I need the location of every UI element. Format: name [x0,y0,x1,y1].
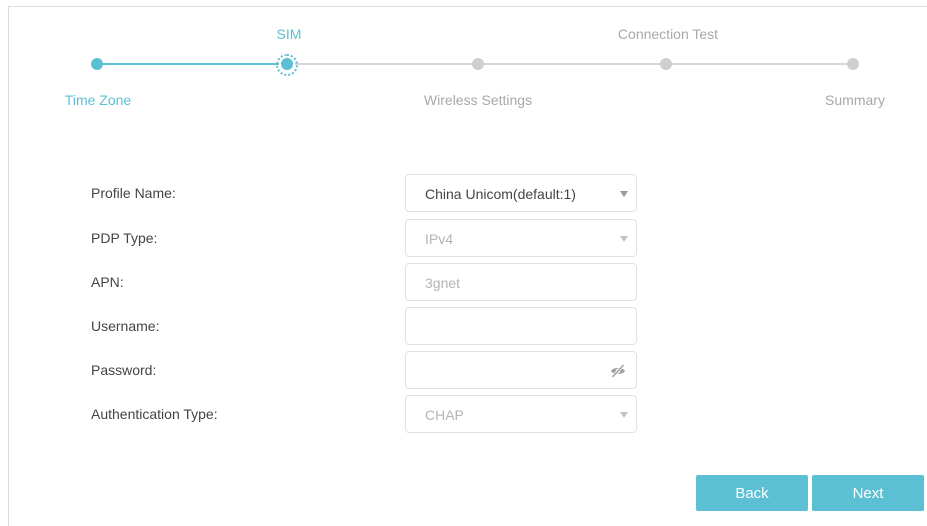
authentication-type-value: CHAP [425,407,464,423]
step-dot-time-zone [91,58,103,70]
username-row: Username: [0,307,927,347]
step-dot-connection-test [660,58,672,70]
pdp-type-row: PDP Type: IPv4 [0,219,927,259]
step-dot-sim [281,58,293,70]
pdp-type-label: PDP Type: [91,230,158,246]
step-label-time-zone: Time Zone [64,92,132,108]
password-input[interactable] [405,351,637,389]
apn-value: 3gnet [425,275,461,291]
profile-name-select[interactable]: China Unicom(default:1) [405,174,637,212]
password-label: Password: [91,362,157,378]
profile-name-value: China Unicom(default:1) [425,186,576,202]
progress-track-completed [97,63,287,65]
step-dot-summary [847,58,859,70]
pdp-type-select[interactable]: IPv4 [405,219,637,257]
authentication-type-label: Authentication Type: [91,406,218,422]
apn-input[interactable]: 3gnet [405,263,637,301]
caret-down-icon [620,191,628,197]
caret-down-icon [620,412,628,418]
eye-off-icon[interactable] [609,362,627,380]
step-label-connection-test: Connection Test [617,26,719,42]
profile-name-label: Profile Name: [91,185,176,201]
step-label-wireless-settings: Wireless Settings [423,92,533,108]
authentication-type-select[interactable]: CHAP [405,395,637,433]
profile-name-row: Profile Name: China Unicom(default:1) [0,174,927,214]
apn-row: APN: 3gnet [0,263,927,303]
authentication-type-row: Authentication Type: CHAP [0,395,927,435]
progress-track-remaining [287,63,853,65]
password-row: Password: [0,351,927,391]
step-label-sim: SIM [276,26,302,42]
next-button[interactable]: Next [812,475,924,511]
username-label: Username: [91,318,160,334]
caret-down-icon [620,236,628,242]
pdp-type-value: IPv4 [425,231,454,247]
step-label-summary: Summary [825,92,885,108]
back-button[interactable]: Back [696,475,808,511]
step-dot-wireless-settings [472,58,484,70]
setup-wizard-stepper: Time Zone SIM Wireless Settings Connecti… [0,0,927,120]
apn-label: APN: [91,274,124,290]
username-input[interactable] [405,307,637,345]
